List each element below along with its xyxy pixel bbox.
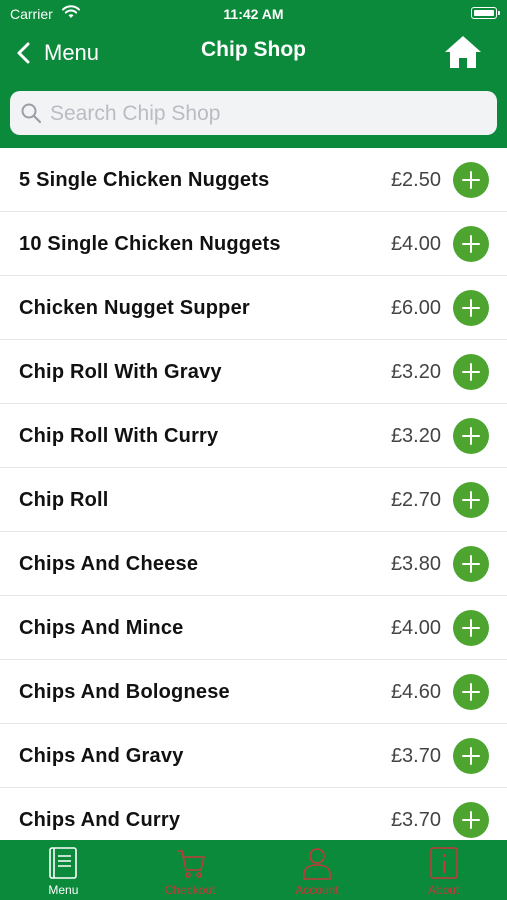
item-price: £2.50: [390, 169, 441, 191]
tab-about[interactable]: About: [380, 840, 507, 900]
item-name: 5 Single Chicken Nuggets: [19, 169, 270, 191]
page-title: Chip Shop: [201, 38, 306, 61]
person-icon: [303, 848, 331, 880]
tab-checkout[interactable]: Checkout: [127, 840, 254, 900]
item-price: £6.00: [390, 297, 441, 319]
item-name: 10 Single Chicken Nuggets: [19, 233, 281, 255]
search-icon: [21, 103, 42, 124]
add-icon[interactable]: [453, 162, 489, 198]
battery-icon: [471, 7, 500, 19]
info-icon: [429, 847, 458, 879]
list-item[interactable]: Chips And Mince £4.00: [0, 596, 507, 660]
tab-label: Checkout: [164, 883, 216, 897]
item-price: £4.60: [390, 681, 441, 703]
add-icon[interactable]: [453, 226, 489, 262]
add-icon[interactable]: [453, 738, 489, 774]
list-item[interactable]: Chip Roll With Curry £3.20: [0, 404, 507, 468]
item-price: £4.00: [390, 617, 441, 639]
item-name: Chips And Gravy: [19, 745, 184, 767]
add-icon[interactable]: [453, 482, 489, 518]
tab-account[interactable]: Account: [254, 840, 381, 900]
item-price: £3.70: [390, 745, 441, 767]
item-name: Chip Roll With Gravy: [19, 361, 222, 383]
add-icon[interactable]: [453, 546, 489, 582]
item-name: Chips And Cheese: [19, 553, 199, 575]
list-item[interactable]: Chips And Cheese £3.80: [0, 532, 507, 596]
item-name: Chip Roll: [19, 489, 109, 511]
add-icon[interactable]: [453, 418, 489, 454]
cart-icon: [177, 850, 205, 878]
add-icon[interactable]: [453, 290, 489, 326]
item-price: £3.80: [390, 553, 441, 575]
list-item[interactable]: 10 Single Chicken Nuggets £4.00: [0, 212, 507, 276]
add-icon[interactable]: [453, 802, 489, 838]
item-price: £4.00: [390, 233, 441, 255]
list-item[interactable]: Chip Roll With Gravy £3.20: [0, 340, 507, 404]
add-icon[interactable]: [453, 674, 489, 710]
tab-menu[interactable]: Menu: [0, 840, 127, 900]
tab-label: About: [427, 883, 460, 897]
item-name: Chips And Bolognese: [19, 681, 230, 703]
add-icon[interactable]: [453, 610, 489, 646]
status-time: 11:42 AM: [223, 6, 284, 22]
list-item[interactable]: Chips And Gravy £3.70: [0, 724, 507, 788]
item-name: Chip Roll With Curry: [19, 425, 219, 447]
list-item[interactable]: Chips And Curry £3.70: [0, 788, 507, 840]
item-price: £3.70: [390, 809, 441, 831]
list-item[interactable]: Chicken Nugget Supper £6.00: [0, 276, 507, 340]
tab-label: Menu: [48, 883, 79, 897]
list-item[interactable]: 5 Single Chicken Nuggets £2.50: [0, 148, 507, 212]
item-price: £3.20: [390, 425, 441, 447]
home-icon[interactable]: [443, 34, 483, 70]
status-bar: Carrier 11:42 AM: [0, 0, 507, 28]
list-item[interactable]: Chips And Bolognese £4.60: [0, 660, 507, 724]
search-input[interactable]: [48, 91, 492, 137]
item-price: £3.20: [390, 361, 441, 383]
tab-bar: Menu Checkout Account About: [0, 840, 507, 900]
item-name: Chips And Curry: [19, 809, 181, 831]
menu-book-icon: [49, 847, 78, 879]
tab-label: Account: [295, 883, 339, 897]
item-price: £2.70: [390, 489, 441, 511]
header: Carrier 11:42 AM Menu Chip Shop: [0, 0, 507, 148]
add-icon[interactable]: [453, 354, 489, 390]
list-item[interactable]: Chip Roll £2.70: [0, 468, 507, 532]
item-name: Chips And Mince: [19, 617, 184, 639]
menu-item-list: 5 Single Chicken Nuggets £2.50 10 Single…: [0, 148, 507, 840]
navigation-bar: Menu Chip Shop: [0, 30, 507, 76]
item-name: Chicken Nugget Supper: [19, 297, 250, 319]
search-bar[interactable]: [10, 91, 497, 137]
